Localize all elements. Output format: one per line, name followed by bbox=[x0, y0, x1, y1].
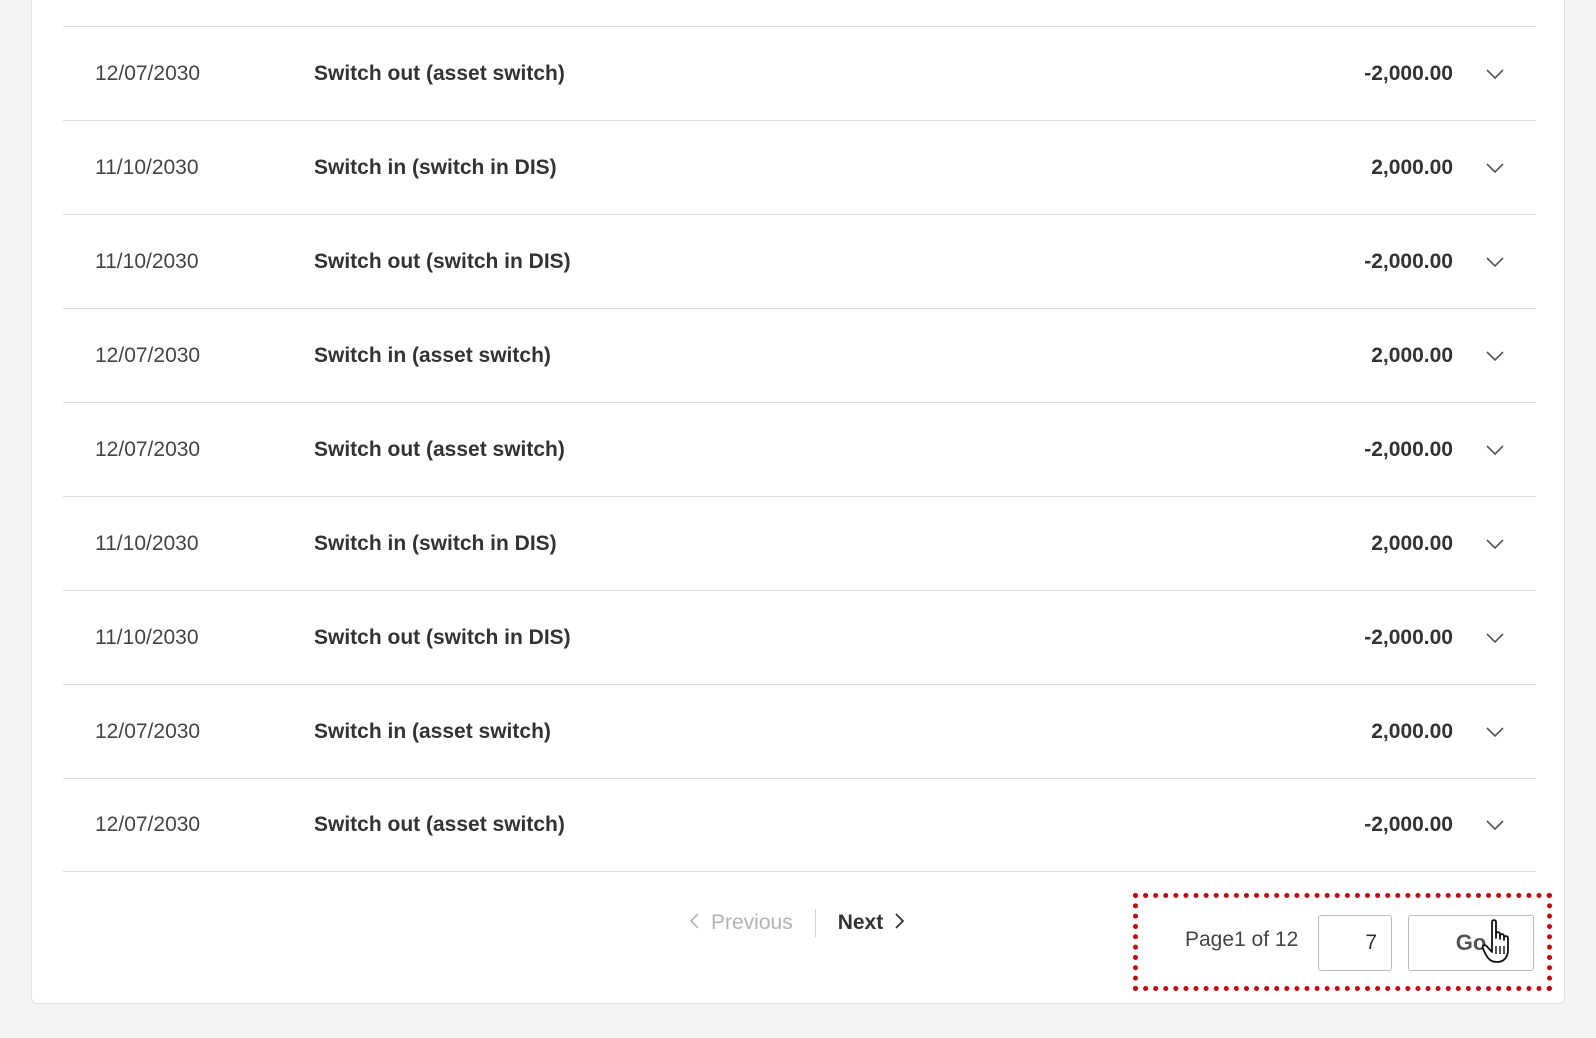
table-row: 11/10/2030 Switch out (switch in DIS) -2… bbox=[63, 590, 1536, 684]
transaction-date: 11/10/2030 bbox=[95, 531, 199, 555]
transaction-amount: 2,000.00 bbox=[1371, 155, 1453, 179]
chevron-down-icon[interactable] bbox=[1485, 628, 1505, 648]
table-row: 12/07/2030 Switch in (asset switch) 2,00… bbox=[63, 308, 1536, 402]
transaction-date: 11/10/2030 bbox=[95, 249, 199, 273]
table-row: 12/07/2030 Switch out (asset switch) -2,… bbox=[63, 402, 1536, 496]
transaction-date: 12/07/2030 bbox=[95, 343, 201, 367]
table-row: 12/07/2030 Switch in (asset switch) 2,00… bbox=[63, 684, 1536, 778]
page-indicator: Page1 of 12 bbox=[1185, 928, 1299, 951]
table-row: 11/10/2030 Switch in (switch in DIS) 2,0… bbox=[63, 120, 1536, 214]
page-number-input[interactable] bbox=[1318, 915, 1392, 971]
hand-pointer-icon bbox=[1482, 919, 1509, 963]
chevron-right-icon bbox=[895, 911, 905, 935]
transaction-description: Switch in (asset switch) bbox=[314, 719, 551, 743]
transaction-date: 12/07/2030 bbox=[95, 813, 201, 836]
table-row: 11/10/2030 Switch out (switch in DIS) -2… bbox=[63, 214, 1536, 308]
table-row: 11/10/2030 Switch in (switch in DIS) 2,0… bbox=[63, 496, 1536, 590]
transaction-description: Switch out (asset switch) bbox=[314, 813, 565, 836]
pagination-links: Previous Next bbox=[689, 898, 905, 948]
chevron-down-icon[interactable] bbox=[1485, 815, 1505, 835]
transaction-amount: -2,000.00 bbox=[1364, 625, 1453, 649]
transaction-description: Switch out (switch in DIS) bbox=[314, 625, 571, 649]
transaction-date: 12/07/2030 bbox=[95, 719, 201, 743]
transactions-list: 12/07/2030 Switch out (asset switch) -2,… bbox=[63, 26, 1536, 872]
transaction-date: 12/07/2030 bbox=[95, 61, 201, 85]
transaction-date: 11/10/2030 bbox=[95, 625, 199, 649]
transaction-amount: 2,000.00 bbox=[1371, 719, 1453, 743]
transaction-description: Switch out (switch in DIS) bbox=[314, 249, 571, 273]
chevron-down-icon[interactable] bbox=[1485, 722, 1505, 742]
transaction-description: Switch out (asset switch) bbox=[314, 437, 565, 461]
next-button[interactable]: Next bbox=[816, 911, 905, 935]
transaction-date: 12/07/2030 bbox=[95, 437, 201, 461]
table-row: 12/07/2030 Switch out (asset switch) -2,… bbox=[63, 778, 1536, 872]
chevron-down-icon[interactable] bbox=[1485, 158, 1505, 178]
transaction-description: Switch in (asset switch) bbox=[314, 343, 551, 367]
chevron-left-icon bbox=[689, 911, 699, 935]
transaction-description: Switch in (switch in DIS) bbox=[314, 531, 557, 555]
transaction-amount: 2,000.00 bbox=[1371, 343, 1453, 367]
chevron-down-icon[interactable] bbox=[1485, 346, 1505, 366]
transaction-date: 11/10/2030 bbox=[95, 155, 199, 179]
next-label: Next bbox=[837, 911, 884, 934]
transaction-description: Switch in (switch in DIS) bbox=[314, 155, 557, 179]
chevron-down-icon[interactable] bbox=[1485, 440, 1505, 460]
transaction-amount: -2,000.00 bbox=[1364, 249, 1453, 273]
chevron-down-icon[interactable] bbox=[1485, 252, 1505, 272]
previous-button[interactable]: Previous bbox=[689, 909, 816, 937]
transaction-amount: -2,000.00 bbox=[1364, 61, 1453, 85]
transaction-description: Switch out (asset switch) bbox=[314, 61, 565, 85]
chevron-down-icon[interactable] bbox=[1485, 64, 1505, 84]
transaction-amount: 2,000.00 bbox=[1371, 531, 1453, 555]
transaction-amount: -2,000.00 bbox=[1364, 813, 1453, 836]
previous-label: Previous bbox=[711, 911, 793, 934]
transaction-amount: -2,000.00 bbox=[1364, 437, 1453, 461]
table-row: 12/07/2030 Switch out (asset switch) -2,… bbox=[63, 26, 1536, 120]
chevron-down-icon[interactable] bbox=[1485, 534, 1505, 554]
